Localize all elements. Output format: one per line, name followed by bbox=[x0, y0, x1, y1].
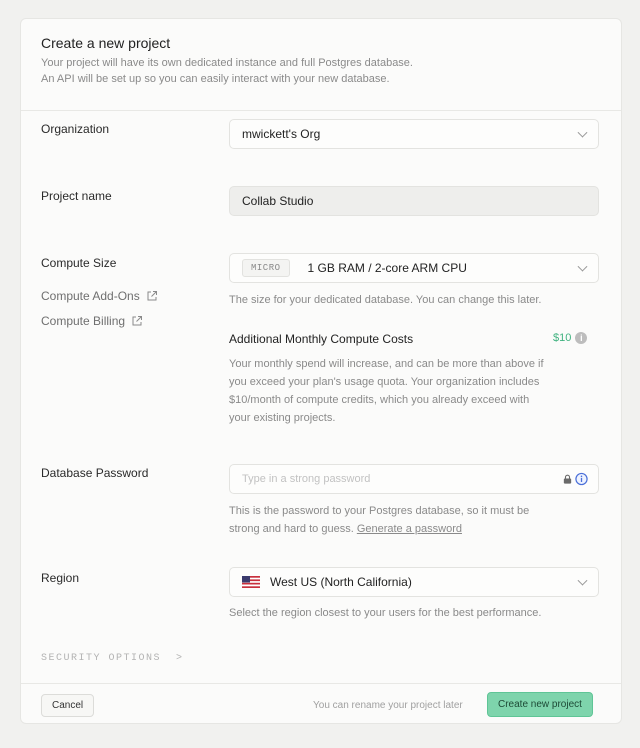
compute-size-select[interactable]: MICRO 1 GB RAM / 2-core ARM CPU bbox=[229, 253, 599, 283]
project-name-value: Collab Studio bbox=[242, 194, 314, 208]
database-password-input[interactable]: Type in a strong password bbox=[229, 464, 599, 494]
compute-size-label: Compute Size bbox=[41, 256, 117, 270]
password-help: This is the password to your Postgres da… bbox=[229, 505, 530, 535]
project-name-label: Project name bbox=[41, 189, 112, 203]
info-icon[interactable]: i bbox=[575, 332, 588, 344]
password-info-icon[interactable] bbox=[575, 472, 588, 486]
compute-billing-link[interactable]: Compute Billing bbox=[41, 314, 143, 328]
chevron-down-icon bbox=[577, 575, 588, 586]
database-password-label: Database Password bbox=[41, 466, 149, 480]
compute-addons-link[interactable]: Compute Add-Ons bbox=[41, 289, 158, 303]
organization-value: mwickett's Org bbox=[242, 127, 321, 141]
project-name-input[interactable]: Collab Studio bbox=[229, 186, 599, 216]
page-title: Create a new project bbox=[41, 35, 171, 51]
external-link-icon bbox=[132, 316, 143, 326]
create-project-card: Create a new project Your project will h… bbox=[20, 18, 622, 724]
compute-cost-value: $10 i bbox=[553, 332, 588, 344]
region-value: West US (North California) bbox=[270, 575, 412, 589]
chevron-down-icon bbox=[577, 127, 588, 138]
password-placeholder: Type in a strong password bbox=[242, 473, 371, 485]
page-description: Your project will have its own dedicated… bbox=[41, 57, 413, 85]
cancel-button[interactable]: Cancel bbox=[41, 694, 95, 717]
lock-icon bbox=[563, 474, 572, 484]
security-options-toggle[interactable]: SECURITY OPTIONS > bbox=[41, 653, 184, 664]
compute-tier-badge: MICRO bbox=[242, 259, 290, 277]
organization-select[interactable]: mwickett's Org bbox=[229, 119, 599, 149]
region-help: Select the region closest to your users … bbox=[229, 607, 542, 619]
compute-cost-title: Additional Monthly Compute Costs bbox=[229, 332, 414, 346]
generate-password-link[interactable]: Generate a password bbox=[357, 523, 462, 535]
external-link-icon bbox=[147, 291, 157, 301]
region-label: Region bbox=[41, 571, 80, 585]
organization-label: Organization bbox=[41, 122, 110, 136]
region-select[interactable]: West US (North California) bbox=[229, 567, 599, 597]
card-footer: Cancel You can rename your project later… bbox=[21, 683, 621, 725]
rename-note: You can rename your project later bbox=[313, 700, 463, 711]
chevron-down-icon bbox=[577, 261, 588, 272]
create-project-button[interactable]: Create new project bbox=[487, 692, 593, 717]
compute-size-value: 1 GB RAM / 2-core ARM CPU bbox=[307, 261, 467, 275]
chevron-right-icon: > bbox=[168, 653, 184, 664]
compute-cost-help: Your monthly spend will increase, and ca… bbox=[229, 358, 544, 424]
us-flag-icon bbox=[242, 576, 260, 588]
card-header: Create a new project Your project will h… bbox=[21, 19, 621, 111]
compute-size-help: The size for your dedicated database. Yo… bbox=[229, 294, 542, 306]
